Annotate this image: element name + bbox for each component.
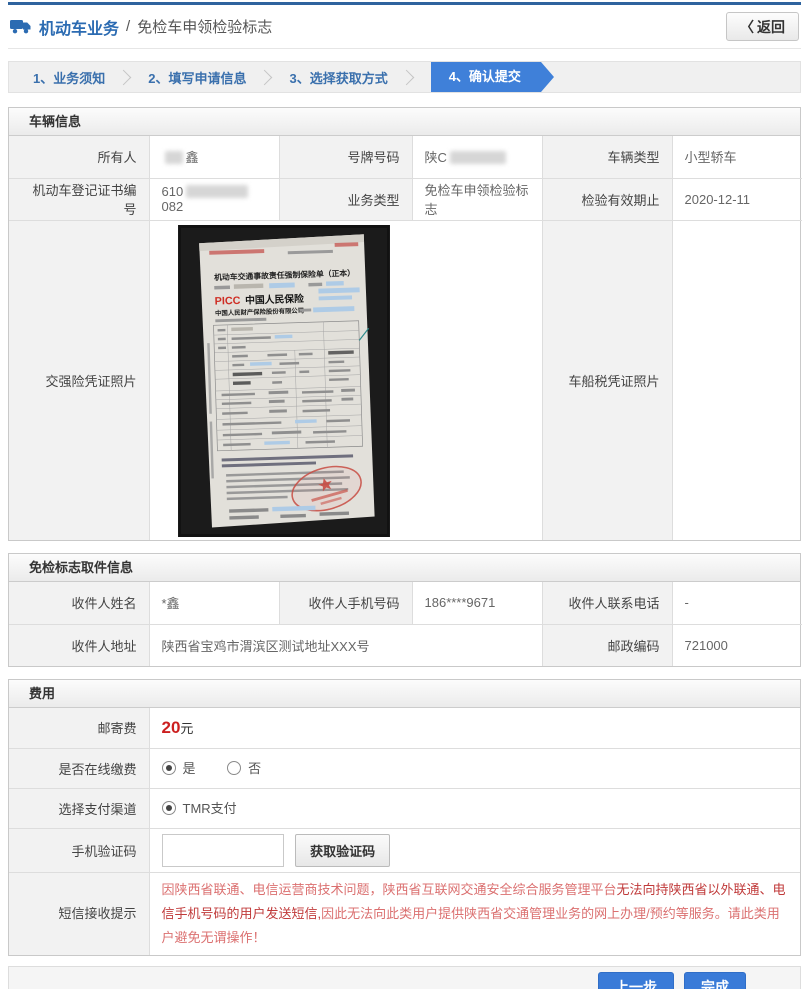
breadcrumb-divider: / [126, 18, 131, 35]
table-row: 机动车登记证书编号 610082 业务类型 免检车申领检验标志 检验有效期止 2… [9, 177, 802, 221]
recipient-mobile-label: 收件人手机号码 [278, 582, 413, 625]
owner-value: 鑫 [148, 136, 280, 179]
svg-text:PICC: PICC [214, 295, 240, 308]
get-captcha-button[interactable]: 获取验证码 [295, 833, 391, 867]
step-2-fill-application[interactable]: 2、填写申请信息 [144, 68, 250, 87]
back-button[interactable]: 〈 返回 [726, 12, 799, 41]
business-type-value: 免检车申领检验标志 [411, 177, 543, 221]
pickup-info-table: 收件人姓名 *鑫 收件人手机号码 186****9671 收件人联系电话 - 收… [9, 582, 802, 666]
insurance-photo-label: 交强险凭证照片 [9, 219, 150, 540]
vehicle-info-title: 车辆信息 [9, 108, 800, 136]
business-type-label: 业务类型 [278, 177, 413, 221]
table-row: 短信接收提示 因陕西省联通、电信运营商技术问题，陕西省互联网交通安全综合服务管理… [9, 871, 800, 955]
table-row: 所有人 鑫 号牌号码 陕C 车辆类型 小型轿车 [9, 136, 802, 179]
page-header: 机动车业务 / 免检车申领检验标志 〈 返回 [8, 5, 801, 49]
back-chevron-icon: 〈 [740, 18, 754, 35]
vehicle-truck-icon [10, 19, 32, 34]
sms-notice-label: 短信接收提示 [9, 871, 150, 955]
step-4-confirm-submit: 4、确认提交 [430, 62, 555, 92]
postcode-value: 721000 [671, 623, 802, 666]
sms-notice-text: 因陕西省联通、电信运营商技术问题，陕西省互联网交通安全综合服务管理平台无法向持陕… [148, 871, 800, 955]
online-pay-no-radio[interactable]: 否 [227, 758, 261, 777]
inspection-valid-label: 检验有效期止 [541, 177, 673, 221]
online-pay-yes-radio[interactable]: 是 [161, 758, 196, 777]
prev-step-button[interactable]: 上一步 [598, 971, 674, 989]
table-row: 收件人地址 陕西省宝鸡市渭滨区测试地址XXX号 邮政编码 721000 [9, 623, 802, 666]
inspection-valid-value: 2020-12-11 [671, 177, 802, 221]
footer-bar: 上一步 完成 [8, 965, 801, 989]
radio-unselected-icon [227, 760, 242, 775]
breadcrumb: 机动车业务 / 免检车申领检验标志 [10, 15, 272, 39]
table-row: 收件人姓名 *鑫 收件人手机号码 186****9671 收件人联系电话 - [9, 582, 802, 625]
pay-channel-label: 选择支付渠道 [9, 787, 150, 829]
registration-cert-value: 610082 [148, 177, 280, 221]
vehicle-info-table: 所有人 鑫 号牌号码 陕C 车辆类型 小型轿车 机动车登记证书编号 610082… [9, 136, 802, 540]
captcha-input[interactable] [161, 833, 284, 867]
recipient-name-label: 收件人姓名 [9, 582, 150, 625]
pickup-info-title: 免检标志取件信息 [9, 554, 800, 582]
postage-unit: 元 [180, 720, 194, 736]
recipient-phone-value: - [671, 582, 802, 625]
postage-amount: 20 [161, 717, 181, 737]
insurance-policy-photo[interactable]: 机动车交通事故责任强制保险单（正本） PICC 中国人民保险 中国人民财产保险股… [176, 225, 392, 538]
postcode-label: 邮政编码 [541, 623, 673, 666]
breadcrumb-page: 免检车申领检验标志 [137, 19, 273, 36]
step-separator-icon [115, 69, 132, 85]
recipient-name-value: *鑫 [148, 582, 280, 625]
back-button-label: 返回 [757, 18, 785, 35]
vehicle-info-section: 车辆信息 所有人 鑫 号牌号码 陕C 车辆类型 小型轿车 机动车登记证书编号 6… [8, 107, 802, 541]
postage-value: 20元 [148, 708, 800, 749]
table-row: 交强险凭证照片 机动车交通事故责任强制保险单（正本） PICC 中国人民保险 中… [9, 219, 802, 540]
vehicle-type-value: 小型轿车 [671, 136, 802, 179]
tax-photo-cell [671, 219, 802, 540]
online-pay-options: 是 否 [148, 747, 800, 789]
vehicle-type-label: 车辆类型 [541, 136, 673, 179]
pay-channel-tmr-radio[interactable]: TMR支付 [161, 798, 237, 817]
tax-photo-label: 车船税凭证照片 [541, 219, 673, 540]
recipient-address-label: 收件人地址 [9, 623, 150, 666]
table-row: 选择支付渠道 TMR支付 [9, 787, 800, 829]
table-row: 邮寄费 20元 [9, 708, 800, 749]
pay-channel-options: TMR支付 [148, 787, 800, 829]
insurance-photo-cell: 机动车交通事故责任强制保险单（正本） PICC 中国人民保险 中国人民财产保险股… [148, 219, 543, 540]
fee-title: 费用 [9, 680, 800, 708]
redacted-owner-name [164, 151, 183, 165]
plate-label: 号牌号码 [278, 136, 413, 179]
page: 机动车业务 / 免检车申领检验标志 〈 返回 1、业务须知 2、填写申请信息 3… [8, 2, 802, 989]
steps-bar: 1、业务须知 2、填写申请信息 3、选择获取方式 4、确认提交 [8, 61, 801, 93]
pickup-info-section: 免检标志取件信息 收件人姓名 *鑫 收件人手机号码 186****9671 收件… [8, 553, 802, 667]
step-separator-icon [398, 69, 414, 85]
finish-button[interactable]: 完成 [684, 971, 746, 989]
radio-selected-icon [161, 760, 176, 775]
fee-section: 费用 邮寄费 20元 是否在线缴费 是 否 选择支付渠道 TMR支付 手机验证码… [8, 679, 801, 956]
fee-table: 邮寄费 20元 是否在线缴费 是 否 选择支付渠道 TMR支付 手机验证码 获取… [9, 708, 800, 955]
postage-label: 邮寄费 [9, 708, 150, 749]
breadcrumb-section[interactable]: 机动车业务 [39, 15, 119, 39]
redacted-registration-number [186, 185, 249, 198]
captcha-cell: 获取验证码 [148, 827, 800, 873]
registration-cert-label: 机动车登记证书编号 [9, 177, 150, 221]
step-separator-icon [257, 69, 273, 85]
recipient-address-value: 陕西省宝鸡市渭滨区测试地址XXX号 [148, 623, 543, 666]
recipient-phone-label: 收件人联系电话 [541, 582, 673, 625]
step-3-choose-method[interactable]: 3、选择获取方式 [285, 68, 391, 87]
recipient-mobile-value: 186****9671 [411, 582, 543, 625]
redacted-plate-number [449, 151, 506, 165]
step-1-business-notice[interactable]: 1、业务须知 [29, 68, 109, 87]
table-row: 手机验证码 获取验证码 [9, 827, 800, 873]
captcha-label: 手机验证码 [9, 827, 150, 873]
table-row: 是否在线缴费 是 否 [9, 747, 800, 789]
plate-value: 陕C [411, 136, 543, 179]
owner-label: 所有人 [9, 136, 150, 179]
radio-selected-icon [161, 800, 176, 815]
online-pay-label: 是否在线缴费 [9, 747, 150, 789]
